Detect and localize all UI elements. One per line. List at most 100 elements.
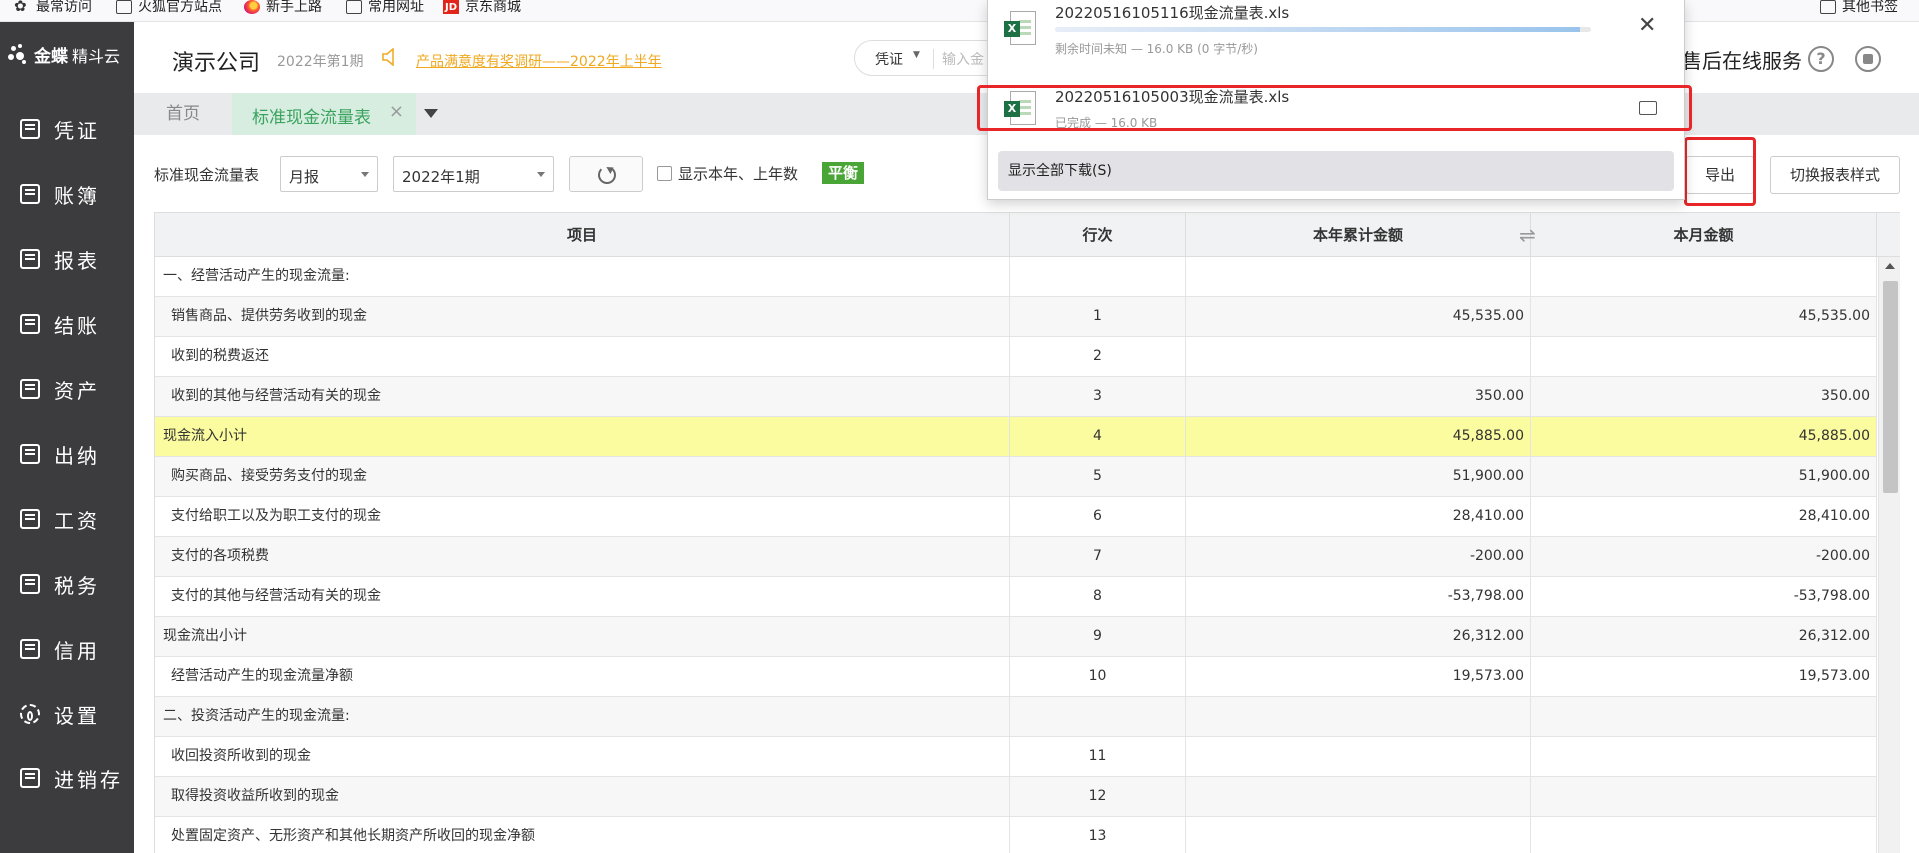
logo-dots-icon <box>8 43 30 66</box>
bookmark-common-sites[interactable]: 常用网址 <box>346 0 424 14</box>
table-row[interactable]: 现金流入小计 4 45,885.00 45,885.00 <box>155 417 1877 457</box>
tab-cash-flow-statement[interactable]: 标准现金流量表 × <box>232 93 416 135</box>
swap-columns-icon[interactable]: ⇌ <box>1519 225 1536 245</box>
cell-line: 5 <box>1010 457 1186 496</box>
bookmark-firefox-official[interactable]: 火狐官方站点 <box>116 0 222 14</box>
cell-month-amount <box>1531 257 1877 296</box>
cell-line: 7 <box>1010 537 1186 576</box>
cell-line: 9 <box>1010 617 1186 656</box>
after-sales-service-link[interactable]: 售后在线服务 <box>1682 45 1802 74</box>
downloads-panel: X 20220516105116现金流量表.xls 剩余时间未知 — 16.0 … <box>977 0 1692 200</box>
cell-month-amount: 28,410.00 <box>1531 497 1877 536</box>
chevron-down-icon[interactable] <box>424 109 438 118</box>
show-years-checkbox[interactable] <box>657 166 672 181</box>
table-row[interactable]: 经营活动产生的现金流量净额 10 19,573.00 19,573.00 <box>155 657 1877 697</box>
cell-item: 现金流出小计 <box>155 617 1010 656</box>
cell-month-amount: 45,535.00 <box>1531 297 1877 336</box>
table-row[interactable]: 购买商品、接受劳务支付的现金 5 51,900.00 51,900.00 <box>155 457 1877 497</box>
cell-line <box>1010 697 1186 736</box>
sidebar-item-checkout[interactable]: 结账 <box>0 298 134 350</box>
table-row[interactable]: 一、经营活动产生的现金流量: <box>155 257 1877 297</box>
tab-home[interactable]: 首页 <box>134 93 232 135</box>
asset-icon <box>20 379 40 399</box>
table-row[interactable]: 取得投资收益所收到的现金 12 <box>155 777 1877 817</box>
cell-month-amount: 45,885.00 <box>1531 417 1877 456</box>
scrollbar-thumb[interactable] <box>1883 281 1898 493</box>
download-status: 剩余时间未知 — 16.0 KB (0 字节/秒) <box>1055 42 1258 56</box>
sidebar-item-salary[interactable]: 工资 <box>0 493 134 545</box>
table-row[interactable]: 支付的其他与经营活动有关的现金 8 -53,798.00 -53,798.00 <box>155 577 1877 617</box>
table-row[interactable]: 支付给职工以及为职工支付的现金 6 28,410.00 28,410.00 <box>155 497 1877 537</box>
sidebar-item-settings[interactable]: 设置 <box>0 688 134 740</box>
header-year-total: 本年累计金额 <box>1186 213 1531 257</box>
bookmark-other[interactable]: 其他书签 <box>1820 0 1898 14</box>
cell-line: 2 <box>1010 337 1186 376</box>
header-line: 行次 <box>1010 213 1186 257</box>
table-row[interactable]: 现金流出小计 9 26,312.00 26,312.00 <box>155 617 1877 657</box>
table-row[interactable]: 二、投资活动产生的现金流量: <box>155 697 1877 737</box>
period-type-select[interactable]: 月报 <box>280 156 378 192</box>
table-row[interactable]: 销售商品、提供劳务收到的现金 1 45,535.00 45,535.00 <box>155 297 1877 337</box>
cell-year-total <box>1186 817 1531 853</box>
cell-year-total <box>1186 337 1531 376</box>
cell-item: 收到的其他与经营活动有关的现金 <box>155 377 1010 416</box>
show-all-downloads-button[interactable]: 显示全部下载(S) <box>998 151 1674 191</box>
table-row[interactable]: 处置固定资产、无形资产和其他长期资产所收回的现金净额 13 <box>155 817 1877 853</box>
sidebar-item-inventory[interactable]: 进销存 <box>0 752 134 804</box>
skin-icon[interactable] <box>1855 46 1881 72</box>
sidebar-item-cashier[interactable]: 出纳 <box>0 428 134 480</box>
jd-icon: JD <box>443 0 459 14</box>
cell-line <box>1010 257 1186 296</box>
switch-style-button[interactable]: 切换报表样式 <box>1770 156 1900 194</box>
cell-year-total: 350.00 <box>1186 377 1531 416</box>
table-scrollbar[interactable] <box>1878 257 1900 853</box>
logo[interactable]: 金蝶 精斗云 <box>8 42 120 67</box>
cell-month-amount: 350.00 <box>1531 377 1877 416</box>
scroll-up-icon[interactable] <box>1885 263 1895 269</box>
cell-line: 11 <box>1010 737 1186 776</box>
cell-line: 4 <box>1010 417 1186 456</box>
export-highlight-box <box>1684 137 1756 206</box>
caret-down-icon <box>537 172 545 177</box>
sidebar-item-report[interactable]: 报表 <box>0 233 134 285</box>
table-row[interactable]: 支付的各项税费 7 -200.00 -200.00 <box>155 537 1877 577</box>
cell-item: 支付的各项税费 <box>155 537 1010 576</box>
table-row[interactable]: 收到的税费返还 2 <box>155 337 1877 377</box>
bookmark-jd-mall[interactable]: JD 京东商城 <box>443 0 521 14</box>
company-name[interactable]: 演示公司 <box>172 45 260 77</box>
table-row[interactable]: 收回投资所收到的现金 11 <box>155 737 1877 777</box>
sidebar-item-credit[interactable]: 信用 <box>0 623 134 675</box>
period-select[interactable]: 2022年1期 <box>393 156 554 192</box>
cell-year-total <box>1186 697 1531 736</box>
bookmark-most-visited[interactable]: ✿ 最常访问 <box>14 0 92 14</box>
help-icon[interactable]: ? <box>1808 46 1834 72</box>
cell-line: 12 <box>1010 777 1186 816</box>
table-row[interactable]: 收到的其他与经营活动有关的现金 3 350.00 350.00 <box>155 377 1877 417</box>
cancel-download-icon[interactable]: ✕ <box>1638 15 1656 37</box>
download-item[interactable]: X 20220516105116现金流量表.xls 剩余时间未知 — 16.0 … <box>988 0 1686 80</box>
show-years-toggle[interactable]: 显示本年、上年数 <box>657 163 798 184</box>
sidebar-item-voucher[interactable]: 凭证 <box>0 103 134 155</box>
close-icon[interactable]: × <box>389 101 404 122</box>
sidebar-item-tax[interactable]: 税务 <box>0 558 134 610</box>
sidebar-item-ledger[interactable]: 账簿 <box>0 168 134 220</box>
cell-month-amount: 51,900.00 <box>1531 457 1877 496</box>
search-type-select[interactable]: 凭证 <box>875 49 903 69</box>
cell-line: 8 <box>1010 577 1186 616</box>
cash-flow-table: 项目 行次 本年累计金额 本月金额 ⇌ 一、经营活动产生的现金流量: 销售商品、提… <box>154 212 1900 853</box>
folder-icon <box>346 0 362 14</box>
refresh-button[interactable] <box>569 156 643 192</box>
search-input[interactable]: 输入金 <box>933 49 984 69</box>
cell-year-total: 51,900.00 <box>1186 457 1531 496</box>
download-filename: 20220516105116现金流量表.xls <box>1055 4 1290 22</box>
cell-year-total: 45,885.00 <box>1186 417 1531 456</box>
cell-month-amount: -53,798.00 <box>1531 577 1877 616</box>
bookmark-getting-started[interactable]: 新手上路 <box>244 0 322 14</box>
balance-badge: 平衡 <box>822 162 865 184</box>
cell-line: 1 <box>1010 297 1186 336</box>
inventory-icon <box>20 768 40 788</box>
table-header: 项目 行次 本年累计金额 本月金额 ⇌ <box>155 212 1900 257</box>
survey-link[interactable]: 产品满意度有奖调研——2022年上半年 <box>416 51 662 71</box>
sidebar-item-asset[interactable]: 资产 <box>0 363 134 415</box>
checkout-icon <box>20 314 40 334</box>
